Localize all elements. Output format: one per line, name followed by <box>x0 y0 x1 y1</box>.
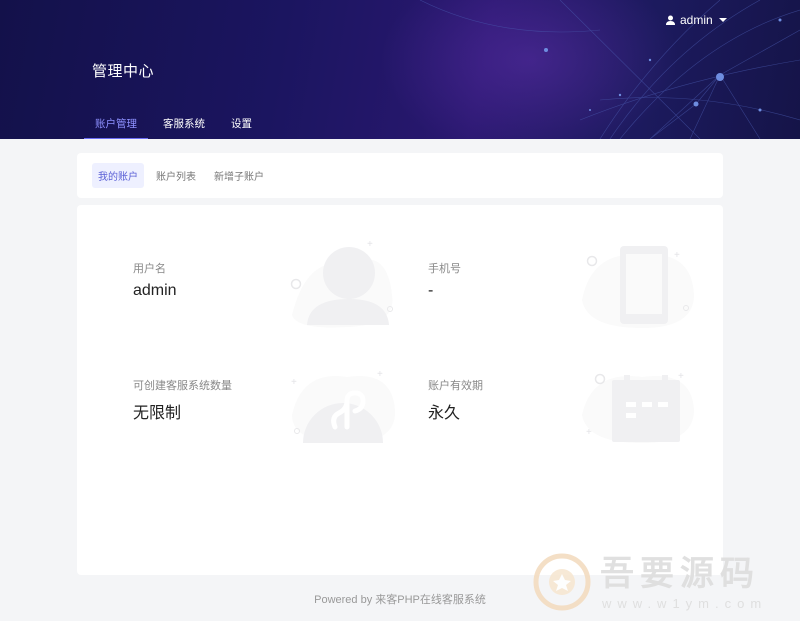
svg-text:+: + <box>377 369 383 380</box>
quota-value: 无限制 <box>133 405 182 422</box>
account-info-card: 用户名 admin + 手机号 - + 可创建客服系统数量 无限制 + + 账户… <box>77 205 723 575</box>
watermark-logo <box>533 553 591 611</box>
calendar-icon: + + <box>582 371 694 443</box>
chevron-down-icon <box>718 18 727 22</box>
phone-value: - <box>428 282 434 299</box>
watermark-url: www.w1ym.com <box>602 596 768 611</box>
quota-block: 可创建客服系统数量 无限制 <box>133 377 232 423</box>
tab-account-management[interactable]: 账户管理 <box>84 112 148 139</box>
subtab-bar: 我的账户 账户列表 新增子账户 <box>77 153 723 198</box>
subtab-my-account[interactable]: 我的账户 <box>92 163 144 188</box>
validity-label: 账户有效期 <box>428 380 483 392</box>
username-block: 用户名 admin <box>133 260 177 300</box>
svg-text:+: + <box>678 371 684 382</box>
username-value: admin <box>133 282 177 299</box>
page-title: 管理中心 <box>92 63 155 80</box>
user-avatar-icon: + <box>290 239 393 328</box>
validity-block: 账户有效期 永久 <box>428 377 483 423</box>
validity-value: 永久 <box>428 405 461 422</box>
user-name: admin <box>680 13 713 27</box>
miniprogram-icon: + + <box>291 369 396 443</box>
main-nav: 账户管理 客服系统 设置 <box>84 112 267 139</box>
subtab-add-sub-account[interactable]: 新增子账户 <box>208 163 270 188</box>
svg-text:+: + <box>674 250 680 261</box>
username-label: 用户名 <box>133 263 166 275</box>
svg-text:+: + <box>367 239 373 250</box>
tab-customer-service[interactable]: 客服系统 <box>152 112 216 139</box>
user-icon <box>666 15 675 25</box>
watermark: 吾要源码 www.w1ym.com <box>528 540 800 621</box>
subtab-account-list[interactable]: 账户列表 <box>150 163 202 188</box>
tab-settings[interactable]: 设置 <box>220 112 263 139</box>
user-menu[interactable]: admin <box>666 13 727 27</box>
svg-text:+: + <box>586 427 592 438</box>
phone-label: 手机号 <box>428 263 461 275</box>
mobile-phone-icon: + <box>582 246 694 328</box>
header-banner: admin 管理中心 账户管理 客服系统 设置 <box>0 0 800 139</box>
phone-block: 手机号 - <box>428 260 461 300</box>
svg-text:+: + <box>291 377 297 388</box>
watermark-text: 吾要源码 <box>600 554 760 594</box>
quota-label: 可创建客服系统数量 <box>133 380 232 392</box>
